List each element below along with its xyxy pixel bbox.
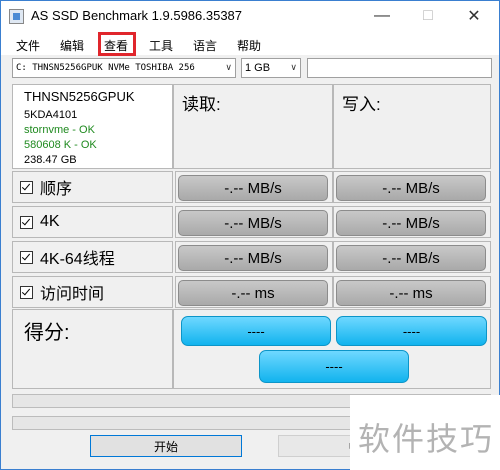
watermark-text: 软件技巧 bbox=[358, 421, 495, 457]
menu-help[interactable]: 帮助 bbox=[237, 37, 261, 54]
write-column-header: 写入: bbox=[333, 84, 491, 169]
test-label: 4K-64线程 bbox=[40, 251, 115, 268]
menu-file[interactable]: 文件 bbox=[16, 37, 40, 54]
alignment-status: 580608 K - OK bbox=[24, 139, 97, 151]
checkbox-icon[interactable] bbox=[20, 215, 33, 229]
drive-model: THNSN5256GPUK bbox=[24, 89, 135, 104]
score-read: ---- bbox=[181, 316, 331, 346]
size-select-value: 1 GB bbox=[245, 62, 271, 74]
4k-read-result: -.-- MB/s bbox=[178, 210, 328, 236]
result-cell: -.-- MB/s bbox=[175, 241, 333, 273]
result-cell: -.-- ms bbox=[175, 276, 333, 308]
score-area: ---- ---- ---- bbox=[173, 309, 491, 389]
menu-view-highlight bbox=[98, 32, 136, 56]
drive-select-value: C: THNSN5256GPUK NVMe TOSHIBA 256 bbox=[16, 63, 195, 73]
drive-select[interactable]: C: THNSN5256GPUK NVMe TOSHIBA 256 ∨ bbox=[12, 58, 236, 78]
test-seq-label[interactable]: 顺序 bbox=[12, 171, 173, 203]
test-label: 访问时间 bbox=[40, 286, 105, 303]
read-column-header: 读取: bbox=[173, 84, 333, 169]
score-label: 得分: bbox=[24, 322, 70, 344]
seq-write-result: -.-- MB/s bbox=[336, 175, 486, 201]
app-icon bbox=[9, 9, 24, 24]
menu-language[interactable]: 语言 bbox=[193, 37, 217, 54]
score-write: ---- bbox=[336, 316, 487, 346]
score-total: ---- bbox=[259, 350, 409, 383]
result-cell: -.-- ms bbox=[333, 276, 491, 308]
4k64-write-result: -.-- MB/s bbox=[336, 245, 486, 271]
result-cell: -.-- MB/s bbox=[333, 241, 491, 273]
result-cell: -.-- MB/s bbox=[175, 171, 333, 203]
chevron-down-icon: ∨ bbox=[225, 63, 232, 73]
title-bar: AS SSD Benchmark 1.9.5986.35387 — □ ✕ bbox=[1, 1, 499, 31]
menu-edit[interactable]: 编辑 bbox=[60, 37, 84, 54]
access-write-result: -.-- ms bbox=[336, 280, 486, 306]
checkbox-icon[interactable] bbox=[20, 250, 33, 264]
window-title: AS SSD Benchmark 1.9.5986.35387 bbox=[31, 8, 243, 23]
test-label: 顺序 bbox=[40, 181, 73, 198]
test-4k64-label[interactable]: 4K-64线程 bbox=[12, 241, 173, 273]
close-button[interactable]: ✕ bbox=[451, 1, 497, 31]
drive-capacity: 238.47 GB bbox=[24, 154, 77, 166]
test-access-label[interactable]: 访问时间 bbox=[12, 276, 173, 308]
status-textbox[interactable] bbox=[307, 58, 492, 78]
4k-write-result: -.-- MB/s bbox=[336, 210, 486, 236]
chevron-down-icon: ∨ bbox=[290, 63, 297, 73]
test-label: 4K bbox=[40, 213, 60, 230]
test-4k-label[interactable]: 4K bbox=[12, 206, 173, 238]
minimize-button[interactable]: — bbox=[359, 1, 405, 31]
result-cell: -.-- MB/s bbox=[175, 206, 333, 238]
checkbox-icon[interactable] bbox=[20, 285, 33, 299]
access-read-result: -.-- ms bbox=[178, 280, 328, 306]
menu-bar: 文件 编辑 查看 工具 语言 帮助 bbox=[1, 31, 499, 55]
seq-read-result: -.-- MB/s bbox=[178, 175, 328, 201]
drive-info-panel: THNSN5256GPUK 5KDA4101 stornvme - OK 580… bbox=[12, 84, 173, 169]
checkbox-icon[interactable] bbox=[20, 180, 33, 194]
menu-tools[interactable]: 工具 bbox=[149, 37, 173, 54]
maximize-button[interactable]: □ bbox=[405, 1, 451, 31]
result-cell: -.-- MB/s bbox=[333, 206, 491, 238]
start-button[interactable]: 开始 bbox=[90, 435, 242, 457]
result-cell: -.-- MB/s bbox=[333, 171, 491, 203]
score-label-box: 得分: bbox=[12, 309, 173, 389]
4k64-read-result: -.-- MB/s bbox=[178, 245, 328, 271]
size-select[interactable]: 1 GB ∨ bbox=[241, 58, 301, 78]
drive-firmware: 5KDA4101 bbox=[24, 109, 78, 121]
driver-status: stornvme - OK bbox=[24, 124, 95, 136]
